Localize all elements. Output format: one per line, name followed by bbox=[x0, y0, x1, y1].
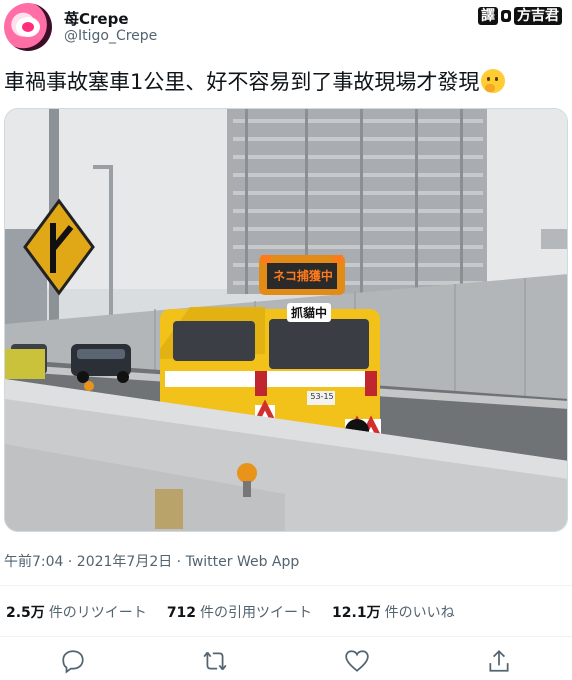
share-icon[interactable] bbox=[486, 648, 512, 674]
lock-icon bbox=[501, 10, 511, 22]
tweet-actions bbox=[0, 646, 572, 676]
tweet-timestamp[interactable]: 午前7:04 · 2021年7月2日 · Twitter Web App bbox=[4, 551, 299, 571]
translator-name: 方吉君 bbox=[514, 7, 562, 25]
license-plate: 53-15 bbox=[310, 392, 334, 401]
tweet-header: 苺Crepe @Itigo_Crepe 譯 方吉君 bbox=[0, 0, 572, 58]
like-icon[interactable] bbox=[344, 648, 370, 674]
tweet-photo[interactable]: ネコ捕獲中 抓貓中 53-15 bbox=[4, 108, 568, 532]
divider bbox=[0, 636, 572, 637]
user-handle[interactable]: @Itigo_Crepe bbox=[64, 28, 157, 44]
tweet-stats: 2.5万 件のリツイート 712 件の引用ツイート 12.1万 件のいいね bbox=[6, 602, 455, 622]
retweet-count[interactable]: 2.5万 件のリツイート bbox=[6, 602, 147, 622]
like-count[interactable]: 12.1万 件のいいね bbox=[332, 602, 455, 622]
translator-credit: 譯 方吉君 bbox=[474, 6, 566, 26]
translator-badge: 譯 bbox=[478, 7, 498, 25]
retweet-icon[interactable] bbox=[202, 648, 228, 674]
thinking-face-icon bbox=[481, 69, 506, 93]
sign-text: ネコ捕獲中 bbox=[273, 269, 333, 283]
tweet-text: 車禍事故塞車1公里、好不容易到了事故現場才發現 bbox=[4, 68, 564, 96]
tweet-body: 車禍事故塞車1公里、好不容易到了事故現場才發現 bbox=[4, 70, 480, 94]
avatar-dot-icon bbox=[22, 22, 34, 32]
quote-count[interactable]: 712 件の引用ツイート bbox=[167, 602, 312, 622]
photo-caption: 抓貓中 bbox=[287, 303, 332, 322]
avatar[interactable] bbox=[4, 3, 52, 51]
reply-icon[interactable] bbox=[60, 648, 86, 674]
divider bbox=[0, 585, 572, 586]
display-name[interactable]: 苺Crepe bbox=[64, 8, 129, 29]
